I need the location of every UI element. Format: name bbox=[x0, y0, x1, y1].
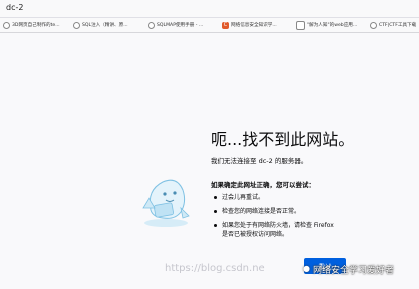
list-item: 如果您处于有网络防火墙，请检查 Firefox 是否已被授权访问网络。 bbox=[211, 221, 337, 239]
bookmark-item[interactable]: SQLMAP使用手册 - ... bbox=[148, 20, 203, 30]
tips-list: 过会儿再重试。 检查您的网络连接是否正常。 如果您处于有网络防火墙，请检查 Fi… bbox=[211, 193, 337, 244]
list-item: 检查您的网络连接是否正常。 bbox=[211, 207, 337, 216]
watermark-url: https://blog.csdn.ne bbox=[165, 263, 265, 274]
box-icon bbox=[296, 20, 305, 30]
globe-icon bbox=[3, 21, 10, 29]
dinosaur-illustration-icon bbox=[142, 179, 190, 227]
c-icon: C bbox=[222, 21, 229, 29]
globe-icon bbox=[148, 21, 155, 29]
list-item: 过会儿再重试。 bbox=[211, 193, 337, 202]
url-text[interactable]: dc-2 bbox=[6, 3, 23, 12]
bookmark-item[interactable]: SQL注入（精讲、原... bbox=[73, 20, 128, 30]
bookmark-item[interactable]: 3D网页自己制作的te... bbox=[3, 20, 60, 30]
error-page bbox=[0, 33, 419, 289]
check-heading: 如果确定此网址正确，您可以尝试： bbox=[211, 181, 315, 189]
address-bar[interactable]: dc-2 bbox=[0, 0, 419, 18]
bookmark-item[interactable]: CTF|CTF工具下载 bbox=[370, 20, 416, 30]
bookmarks-toolbar: 3D网页自己制作的te... SQL注入（精讲、原... SQLMAP使用手册 … bbox=[0, 18, 419, 33]
error-subtext: 我们无法连接至 dc-2 的服务器。 bbox=[211, 157, 308, 165]
bookmark-item[interactable]: "解为人知"的web应用... bbox=[296, 20, 357, 30]
bookmark-item[interactable]: C 网络信息安全知识学... bbox=[222, 20, 277, 30]
globe-icon bbox=[73, 21, 80, 29]
globe-icon bbox=[370, 21, 377, 29]
error-title: 呃...找不到此网站。 bbox=[211, 130, 355, 149]
wechat-icon: ● bbox=[303, 264, 310, 273]
watermark-brand: 网络安全学习爱好者 bbox=[313, 266, 395, 276]
